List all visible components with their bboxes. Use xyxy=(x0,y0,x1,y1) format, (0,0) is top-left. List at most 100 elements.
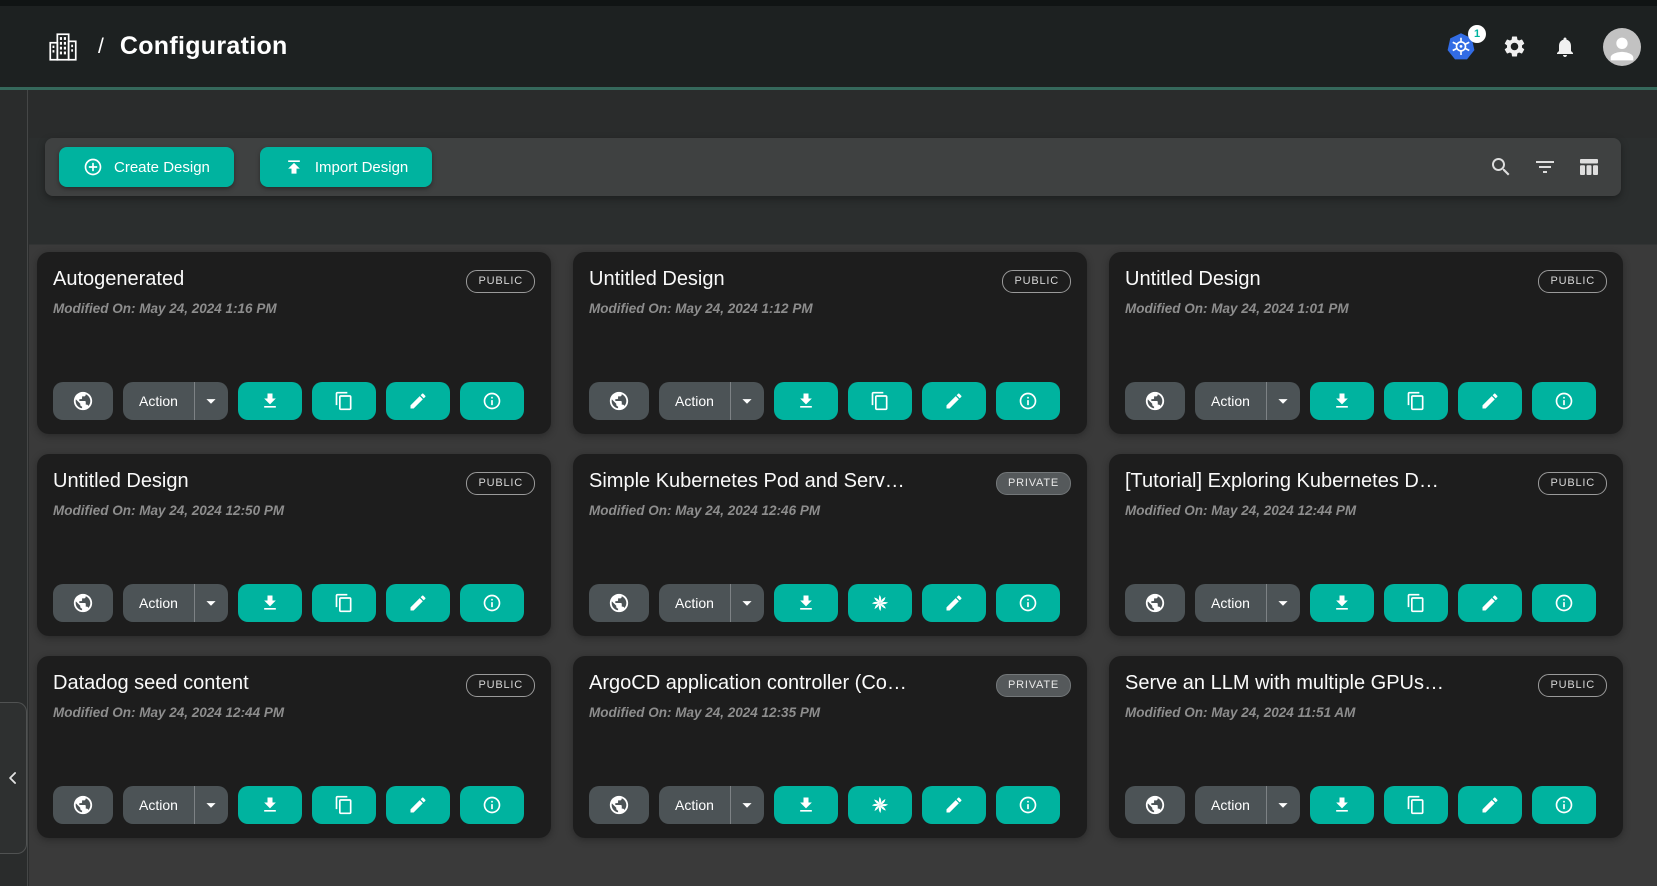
card-actions-row: Action xyxy=(1125,786,1607,824)
info-button[interactable] xyxy=(996,382,1060,420)
filter-icon[interactable] xyxy=(1533,155,1557,179)
action-caret-button[interactable] xyxy=(194,786,228,824)
action-caret-button[interactable] xyxy=(730,584,764,622)
download-button[interactable] xyxy=(1310,382,1374,420)
edit-pencil-icon xyxy=(408,391,428,411)
edit-button[interactable] xyxy=(922,786,986,824)
kubernetes-icon[interactable]: 1 xyxy=(1446,32,1476,62)
edit-button[interactable] xyxy=(1458,786,1522,824)
table-view-icon[interactable] xyxy=(1577,155,1601,179)
fourth-action-button[interactable] xyxy=(848,382,912,420)
info-button[interactable] xyxy=(460,786,524,824)
edit-button[interactable] xyxy=(922,382,986,420)
download-button[interactable] xyxy=(238,382,302,420)
fourth-action-button[interactable] xyxy=(1384,584,1448,622)
globe-visibility-button[interactable] xyxy=(1125,382,1185,420)
app-header: / Configuration 1 xyxy=(0,0,1657,90)
edit-button[interactable] xyxy=(1458,382,1522,420)
download-button[interactable] xyxy=(1310,584,1374,622)
download-button[interactable] xyxy=(1310,786,1374,824)
visibility-badge: PUBLIC xyxy=(466,674,535,697)
globe-visibility-button[interactable] xyxy=(589,584,649,622)
design-card: Autogenerated PUBLIC Modified On: May 24… xyxy=(37,252,551,434)
card-actions-row: Action xyxy=(589,584,1071,622)
info-icon xyxy=(1018,795,1038,815)
clone-icon xyxy=(334,795,354,815)
action-split-button: Action xyxy=(1195,786,1300,824)
fourth-action-button[interactable] xyxy=(312,584,376,622)
fourth-action-button[interactable] xyxy=(312,786,376,824)
import-design-button[interactable]: Import Design xyxy=(260,147,432,187)
create-design-label: Create Design xyxy=(114,159,210,176)
sidebar-collapse-tab[interactable] xyxy=(0,702,27,854)
settings-gear-icon[interactable] xyxy=(1502,34,1527,59)
visibility-badge: PUBLIC xyxy=(1538,472,1607,495)
action-button-label[interactable]: Action xyxy=(659,797,730,813)
edit-pencil-icon xyxy=(944,391,964,411)
action-caret-button[interactable] xyxy=(194,382,228,420)
globe-visibility-button[interactable] xyxy=(53,786,113,824)
edit-button[interactable] xyxy=(386,786,450,824)
fourth-action-button[interactable] xyxy=(312,382,376,420)
globe-icon xyxy=(72,390,94,412)
fourth-action-button[interactable] xyxy=(848,786,912,824)
download-button[interactable] xyxy=(238,584,302,622)
action-button-label[interactable]: Action xyxy=(123,797,194,813)
download-button[interactable] xyxy=(238,786,302,824)
design-title: [Tutorial] Exploring Kubernetes D… xyxy=(1125,470,1538,493)
download-button[interactable] xyxy=(774,584,838,622)
globe-visibility-button[interactable] xyxy=(1125,786,1185,824)
action-caret-button[interactable] xyxy=(1266,382,1300,420)
action-caret-button[interactable] xyxy=(194,584,228,622)
action-caret-button[interactable] xyxy=(1266,786,1300,824)
action-caret-button[interactable] xyxy=(1266,584,1300,622)
edit-button[interactable] xyxy=(1458,584,1522,622)
globe-visibility-button[interactable] xyxy=(1125,584,1185,622)
info-button[interactable] xyxy=(460,382,524,420)
info-button[interactable] xyxy=(996,786,1060,824)
globe-icon xyxy=(1144,592,1166,614)
edit-pencil-icon xyxy=(1480,795,1500,815)
fourth-action-button[interactable] xyxy=(1384,786,1448,824)
card-header: Datadog seed content PUBLIC xyxy=(53,672,535,697)
create-design-button[interactable]: Create Design xyxy=(59,147,234,187)
globe-visibility-button[interactable] xyxy=(53,584,113,622)
fourth-action-button[interactable] xyxy=(1384,382,1448,420)
card-header: Serve an LLM with multiple GPUs… PUBLIC xyxy=(1125,672,1607,697)
action-button-label[interactable]: Action xyxy=(123,595,194,611)
info-icon xyxy=(482,593,502,613)
caret-down-icon xyxy=(1272,592,1294,614)
action-button-label[interactable]: Action xyxy=(123,393,194,409)
globe-visibility-button[interactable] xyxy=(589,786,649,824)
info-button[interactable] xyxy=(1532,584,1596,622)
edit-button[interactable] xyxy=(386,382,450,420)
fourth-action-button[interactable] xyxy=(848,584,912,622)
info-button[interactable] xyxy=(1532,786,1596,824)
edit-button[interactable] xyxy=(922,584,986,622)
notifications-bell-icon[interactable] xyxy=(1553,35,1577,59)
globe-visibility-button[interactable] xyxy=(53,382,113,420)
action-split-button: Action xyxy=(659,786,764,824)
action-button-label[interactable]: Action xyxy=(659,595,730,611)
edit-button[interactable] xyxy=(386,584,450,622)
info-button[interactable] xyxy=(996,584,1060,622)
user-avatar[interactable] xyxy=(1603,28,1641,66)
action-button-label[interactable]: Action xyxy=(1195,797,1266,813)
globe-visibility-button[interactable] xyxy=(589,382,649,420)
action-button-label[interactable]: Action xyxy=(659,393,730,409)
info-button[interactable] xyxy=(1532,382,1596,420)
action-button-label[interactable]: Action xyxy=(1195,595,1266,611)
download-button[interactable] xyxy=(774,382,838,420)
info-button[interactable] xyxy=(460,584,524,622)
visibility-badge: PRIVATE xyxy=(996,472,1071,495)
import-design-label: Import Design xyxy=(315,159,408,176)
edit-pencil-icon xyxy=(1480,391,1500,411)
design-card: Untitled Design PUBLIC Modified On: May … xyxy=(1109,252,1623,434)
action-split-button: Action xyxy=(659,584,764,622)
action-caret-button[interactable] xyxy=(730,382,764,420)
chevron-left-icon xyxy=(3,768,23,788)
download-button[interactable] xyxy=(774,786,838,824)
action-caret-button[interactable] xyxy=(730,786,764,824)
action-button-label[interactable]: Action xyxy=(1195,393,1266,409)
search-icon[interactable] xyxy=(1489,155,1513,179)
